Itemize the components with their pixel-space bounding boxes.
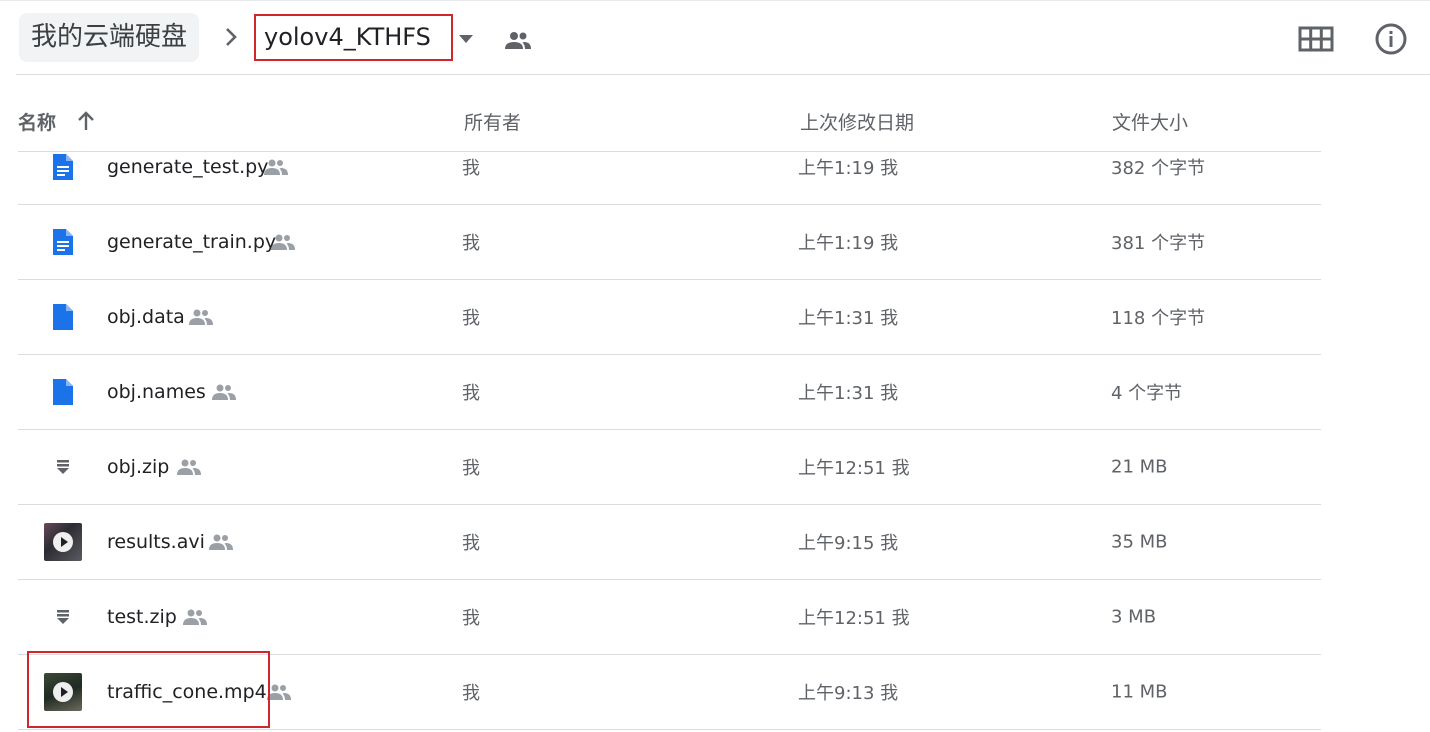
file-icon <box>44 373 82 411</box>
file-owner: 我 <box>462 682 480 704</box>
shared-icon <box>208 533 234 551</box>
file-size: 21 MB <box>1111 456 1168 477</box>
highlight-annotation <box>27 651 270 728</box>
caret-down-icon[interactable] <box>458 34 474 44</box>
file-row[interactable]: generate_train.py 我 上午1:19 我 381 个字节 <box>18 204 1321 280</box>
file-name[interactable]: obj.data <box>107 306 185 328</box>
document-icon <box>44 223 82 261</box>
file-modified: 上午9:13 我 <box>798 682 899 704</box>
header-bar: 我的云端硬盘 yolov4_KTHFS <box>0 0 1430 76</box>
file-owner: 我 <box>462 157 480 179</box>
file-modified: 上午1:19 我 <box>798 157 899 179</box>
file-row[interactable]: results.avi 我 上午9:15 我 35 MB <box>18 504 1321 580</box>
video-thumbnail-icon <box>44 522 82 561</box>
file-owner: 我 <box>462 532 480 554</box>
file-row[interactable]: obj.data 我 上午1:31 我 118 个字节 <box>18 279 1321 355</box>
file-modified: 上午12:51 我 <box>798 457 910 479</box>
file-modified: 上午9:15 我 <box>798 532 899 554</box>
file-row[interactable]: test.zip 我 上午12:51 我 3 MB <box>18 579 1321 655</box>
header-divider <box>16 74 1430 75</box>
file-name[interactable]: test.zip <box>107 606 177 628</box>
file-modified: 上午1:31 我 <box>798 307 899 329</box>
archive-icon <box>44 448 82 486</box>
file-owner: 我 <box>462 457 480 479</box>
file-name[interactable]: generate_test.py <box>107 156 268 178</box>
file-owner: 我 <box>462 307 480 329</box>
file-size: 35 MB <box>1111 531 1168 552</box>
file-size: 4 个字节 <box>1111 382 1183 404</box>
breadcrumb-root[interactable]: 我的云端硬盘 <box>19 13 200 62</box>
file-modified: 上午1:31 我 <box>798 382 899 404</box>
shared-icon <box>176 458 202 476</box>
breadcrumb-current-folder[interactable]: yolov4_KTHFS <box>254 14 453 61</box>
file-row[interactable]: obj.names 我 上午1:31 我 4 个字节 <box>18 354 1321 430</box>
document-icon <box>44 148 82 186</box>
shared-icon <box>211 383 237 401</box>
file-name[interactable]: results.avi <box>107 531 205 553</box>
file-modified: 上午12:51 我 <box>798 607 910 629</box>
file-modified: 上午1:19 我 <box>798 232 899 254</box>
file-icon <box>44 298 82 336</box>
shared-people-icon <box>505 32 531 49</box>
file-owner: 我 <box>462 382 480 404</box>
file-size: 118 个字节 <box>1111 307 1206 329</box>
file-size: 382 个字节 <box>1111 157 1206 179</box>
file-name[interactable]: obj.names <box>107 381 206 403</box>
shared-icon <box>270 233 296 251</box>
file-size: 3 MB <box>1111 606 1157 627</box>
shared-icon <box>182 608 208 626</box>
shared-icon <box>188 308 214 326</box>
info-icon[interactable] <box>1374 22 1408 56</box>
file-size: 11 MB <box>1111 681 1168 702</box>
chevron-right-icon <box>226 28 237 46</box>
file-row[interactable]: obj.zip 我 上午12:51 我 21 MB <box>18 429 1321 505</box>
shared-icon <box>263 158 289 176</box>
archive-icon <box>44 598 82 636</box>
file-owner: 我 <box>462 232 480 254</box>
file-row[interactable]: generate_test.py 我 上午1:19 我 382 个字节 <box>18 129 1321 205</box>
grid-view-icon[interactable] <box>1298 26 1334 52</box>
file-size: 381 个字节 <box>1111 232 1206 254</box>
play-icon <box>53 531 73 552</box>
file-owner: 我 <box>462 607 480 629</box>
file-name[interactable]: generate_train.py <box>107 231 276 253</box>
file-name[interactable]: obj.zip <box>107 456 169 478</box>
